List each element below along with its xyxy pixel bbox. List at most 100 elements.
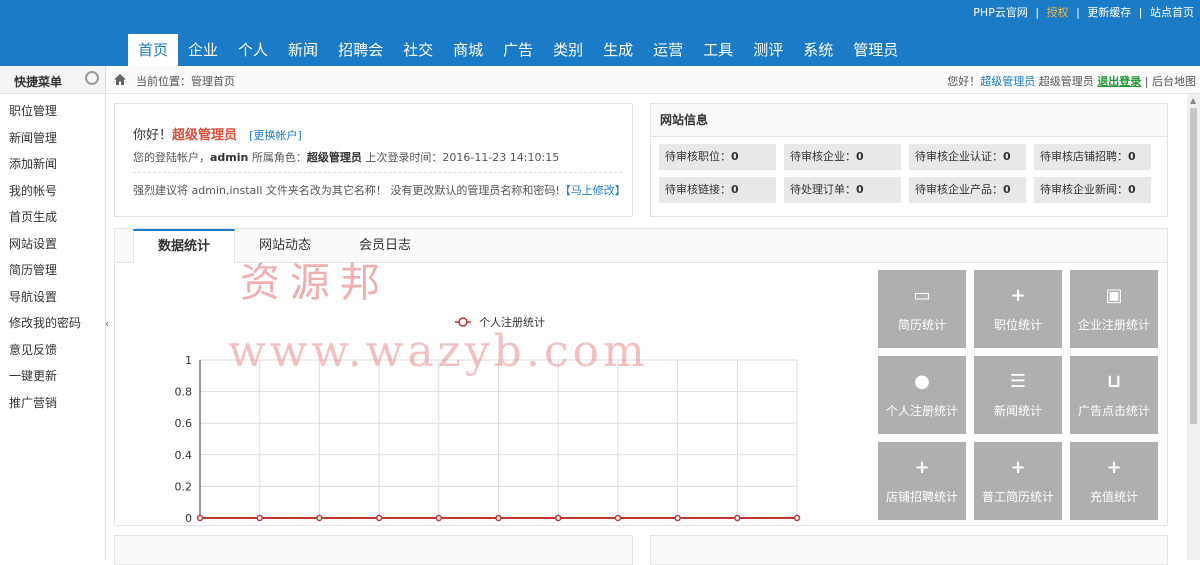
sidebar-item[interactable]: 推广营销 (0, 390, 105, 417)
stat-tile[interactable]: + 职位统计 (974, 270, 1062, 348)
sidebar-list: 职位管理 新闻管理 添加新闻 我的帐号 首页生成 网站设置 简历管理 导航设置 修改我的密码 意见… (0, 94, 105, 416)
sidebar-item[interactable]: 简历管理 (0, 257, 105, 284)
separator: | (1035, 6, 1040, 19)
site-info-cell[interactable]: 待处理订单：0 (784, 177, 901, 203)
nav-item[interactable]: 运营 (643, 34, 693, 66)
sidebar-item[interactable]: 添加新闻 (0, 151, 105, 178)
site-info-cell[interactable]: 待审核企业新闻：0 (1034, 177, 1151, 203)
home-icon[interactable] (113, 73, 127, 86)
site-info-cell[interactable]: 待审核企业认证：0 (909, 144, 1026, 170)
switch-account-link[interactable]: [更换帐户] (249, 129, 302, 142)
nav-item[interactable]: 新闻 (278, 34, 328, 66)
watermark-title: 资源邦 (240, 260, 390, 306)
main-nav: 首页 企业 个人 新闻 招聘会 社交 商城 广告 类别 生成 运营 工具 测评 系统 管理员 (128, 34, 908, 66)
y-tick-label: 0.4 (175, 449, 193, 462)
stat-tile[interactable]: + 店铺招聘统计 (878, 442, 966, 520)
site-info-label: 待审核企业认证： (915, 150, 1003, 163)
x-tick-label: 11-11 (542, 526, 574, 527)
nav-item[interactable]: 商城 (443, 34, 493, 66)
list-icon: ☰ (1009, 371, 1027, 392)
sidebar-item[interactable]: 职位管理 (0, 98, 105, 125)
separator: | (1144, 75, 1149, 88)
update-cache-link[interactable]: 更新缓存 (1087, 6, 1131, 19)
stat-tile[interactable]: ▣ 企业注册统计 (1070, 270, 1158, 348)
data-point (316, 514, 323, 522)
separator: | (1076, 6, 1080, 19)
nav-item[interactable]: 管理员 (843, 34, 908, 66)
watermark-url: www.wazyb.com (228, 326, 649, 377)
stat-tile-label: 个人注册统计 (885, 404, 958, 418)
plus-icon: + (914, 457, 930, 478)
sidebar-item[interactable]: 网站设置 (0, 231, 105, 258)
user-icon: ● (914, 371, 930, 392)
logout-link[interactable]: 退出登录 (1097, 75, 1141, 88)
collapse-sidebar-icon[interactable]: ‹ (105, 318, 113, 332)
stat-tile[interactable]: ☰ 新闻统计 (974, 356, 1062, 434)
nav-item[interactable]: 社交 (393, 34, 443, 66)
site-info-label: 待审核链接： (665, 183, 731, 196)
data-point (196, 514, 204, 522)
site-info-cell[interactable]: 待审核企业产品：0 (909, 177, 1026, 203)
stat-tile[interactable]: + 普工简历统计 (974, 442, 1062, 520)
site-info-label: 待审核企业： (790, 150, 856, 163)
site-info-value: 0 (856, 183, 864, 196)
nav-item[interactable]: 企业 (178, 34, 228, 66)
site-info-grid: 待审核职位：0 待审核企业：0 待审核企业认证：0 待审核店铺招聘：0 待审核链接：0 待… (659, 144, 1159, 203)
cart-icon: ⊔ (1106, 371, 1122, 392)
tab[interactable]: 数据统计 (133, 229, 236, 264)
account-role: 超级管理员 (306, 151, 362, 164)
gear-icon[interactable] (85, 71, 99, 85)
site-info-label: 待处理订单： (790, 183, 856, 196)
y-tick-label: 0 (185, 512, 192, 525)
official-site-link[interactable]: PHP云官网 (973, 6, 1028, 19)
site-info-cell[interactable]: 待审核企业：0 (784, 144, 901, 170)
site-info-title: 网站信息 (651, 104, 1167, 137)
x-tick-label: 11-02 (363, 526, 395, 527)
site-info-cell[interactable]: 待审核链接：0 (659, 177, 776, 203)
site-home-link[interactable]: 站点首页 (1150, 6, 1194, 19)
data-point (614, 514, 622, 522)
y-tick-label: 0.6 (175, 417, 193, 430)
site-info-value: 0 (1003, 150, 1011, 163)
stat-tile[interactable]: + 充值统计 (1070, 442, 1158, 520)
auth-link[interactable]: 授权 (1047, 6, 1069, 19)
scroll-up-icon[interactable]: ▲ (1190, 96, 1196, 105)
nav-item[interactable]: 类别 (543, 34, 593, 66)
stat-tile[interactable]: ▭ 简历统计 (878, 270, 966, 348)
stat-tile[interactable]: ⊔ 广告点击统计 (1070, 356, 1158, 434)
warning-text: 强烈建议将 admin,install 文件夹名改为其它名称！ 没有更改默认的管… (133, 184, 560, 197)
sidebar-item[interactable]: 新闻管理 (0, 125, 105, 152)
fix-now-link[interactable]: 【马上修改】 (560, 184, 626, 197)
sidebar-item[interactable]: 修改我的密码 (0, 310, 105, 337)
nav-item[interactable]: 个人 (228, 34, 278, 66)
site-info-cell[interactable]: 待审核店铺招聘：0 (1034, 144, 1151, 170)
nav-item[interactable]: 生成 (593, 34, 643, 66)
bottom-panel-left (114, 535, 633, 565)
stat-tile[interactable]: ● 个人注册统计 (878, 356, 966, 434)
sitemap-link[interactable]: 后台地图 (1152, 75, 1196, 88)
sidebar-item[interactable]: 一键更新 (0, 363, 105, 390)
sidebar-item[interactable]: 首页生成 (0, 204, 105, 231)
site-info-value: 0 (1128, 150, 1136, 163)
nav-item[interactable]: 测评 (743, 34, 793, 66)
stat-tile-label: 普工简历统计 (981, 490, 1054, 504)
account-prefix: 您的登陆帐户， (133, 151, 210, 164)
nav-item[interactable]: 广告 (493, 34, 543, 66)
sidebar-item[interactable]: 导航设置 (0, 284, 105, 311)
nav-item[interactable]: 系统 (793, 34, 843, 66)
nav-item[interactable]: 工具 (693, 34, 743, 66)
nav-item[interactable]: 招聘会 (328, 34, 393, 66)
stat-tile-label: 简历统计 (897, 318, 946, 332)
greeting-text: 你好！ (133, 128, 173, 143)
site-info-label: 待审核企业产品： (915, 183, 1003, 196)
x-tick-label: 10-30 (303, 526, 335, 527)
nav-item[interactable]: 首页 (128, 34, 179, 66)
role-link[interactable]: 超级管理员 (980, 75, 1035, 88)
stat-tile-label: 充值统计 (1089, 490, 1138, 504)
scroll-thumb[interactable] (1190, 108, 1197, 424)
site-info-panel: 网站信息 待审核职位：0 待审核企业：0 待审核企业认证：0 待审核店铺招聘：0 待审核… (650, 103, 1168, 217)
site-info-cell[interactable]: 待审核职位：0 (659, 144, 776, 170)
page-scrollbar[interactable]: ▲ (1187, 94, 1200, 560)
sidebar-item[interactable]: 我的帐号 (0, 178, 105, 205)
sidebar-item[interactable]: 意见反馈 (0, 337, 105, 364)
